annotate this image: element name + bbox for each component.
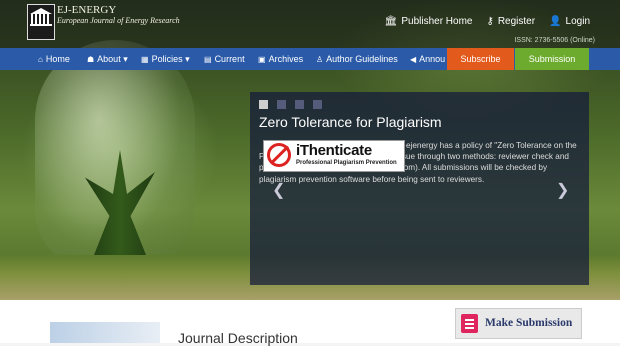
archive-icon: ▣: [258, 55, 266, 64]
building-icon: 🏛: [384, 16, 398, 27]
nav-author-guidelines[interactable]: ♙ Author Guidelines: [316, 48, 398, 70]
nav-archives-label: Archives: [268, 54, 304, 64]
login-link[interactable]: 👤 Login: [549, 16, 590, 27]
slider-next-icon[interactable]: ❯: [556, 180, 569, 200]
ithenticate-tagline: Professional Plagiarism Prevention: [296, 160, 397, 166]
login-label: Login: [565, 16, 590, 27]
journal-logo[interactable]: [27, 4, 55, 40]
file-icon: ▤: [204, 55, 212, 64]
slider-dot[interactable]: [313, 100, 322, 109]
nav-policies[interactable]: ▦ Policies ▾: [141, 48, 190, 70]
nav-home[interactable]: ⌂ Home: [38, 48, 70, 70]
journal-description-heading: Journal Description: [178, 330, 298, 346]
register-link[interactable]: ⚷ Register: [487, 16, 536, 27]
register-label: Register: [497, 16, 536, 27]
top-header: EJ-ENERGY European Journal of Energy Res…: [0, 0, 620, 48]
make-submission-button[interactable]: Make Submission: [455, 308, 582, 339]
no-plagiarism-icon: [267, 143, 291, 167]
slider-dot[interactable]: [259, 100, 268, 109]
nav-about[interactable]: ☗ About ▾: [87, 48, 128, 70]
slider-panel: Zero Tolerance for Plagiarism ejenergy h…: [250, 92, 589, 285]
top-links: 🏛 Publisher Home ⚷ Register 👤 Login: [385, 16, 590, 27]
slider-dot[interactable]: [277, 100, 286, 109]
megaphone-icon: ◀: [410, 55, 417, 64]
brand-title: EJ-ENERGY: [57, 4, 117, 16]
nav-announcements-label: Annou: [419, 54, 446, 64]
key-icon: ⚷: [486, 16, 494, 27]
issn-text: ISSN: 2736-5506 (Online): [514, 37, 595, 44]
brand[interactable]: EJ-ENERGY European Journal of Energy Res…: [57, 4, 180, 26]
slider-prev-icon[interactable]: ❮: [272, 180, 285, 200]
slider-dots: [259, 100, 322, 109]
make-submission-label: Make Submission: [485, 317, 573, 329]
ithenticate-logo: iThenticate Professional Plagiarism Prev…: [263, 140, 405, 172]
document-icon: [461, 314, 478, 333]
nav-archives[interactable]: ▣ Archives: [258, 48, 303, 70]
publisher-home-link[interactable]: 🏛 Publisher Home: [385, 16, 473, 27]
nav-author-guidelines-label: Author Guidelines: [326, 54, 398, 64]
slider-dot[interactable]: [295, 100, 304, 109]
brand-subtitle: European Journal of Energy Research: [57, 16, 180, 25]
slide-title[interactable]: Zero Tolerance for Plagiarism: [259, 114, 442, 130]
nav-current[interactable]: ▤ Current: [204, 48, 245, 70]
calendar-icon: ▦: [141, 55, 149, 64]
journal-cover-image: [50, 322, 160, 343]
user-icon: 👤: [549, 16, 562, 27]
person-icon: ♙: [316, 55, 324, 64]
submission-button[interactable]: Submission: [515, 48, 589, 70]
home-icon: ⌂: [38, 55, 43, 64]
nav-announcements[interactable]: ◀ Annou: [410, 48, 445, 70]
nav-about-label: About ▾: [97, 54, 128, 64]
nav-current-label: Current: [214, 54, 245, 64]
ithenticate-wordmark: iThenticate: [296, 142, 372, 159]
subscribe-button[interactable]: Subscribe: [447, 48, 514, 70]
sitemap-icon: ☗: [87, 55, 95, 64]
nav-home-label: Home: [45, 54, 70, 64]
publisher-home-label: Publisher Home: [401, 16, 473, 27]
nav-policies-label: Policies ▾: [151, 54, 190, 64]
